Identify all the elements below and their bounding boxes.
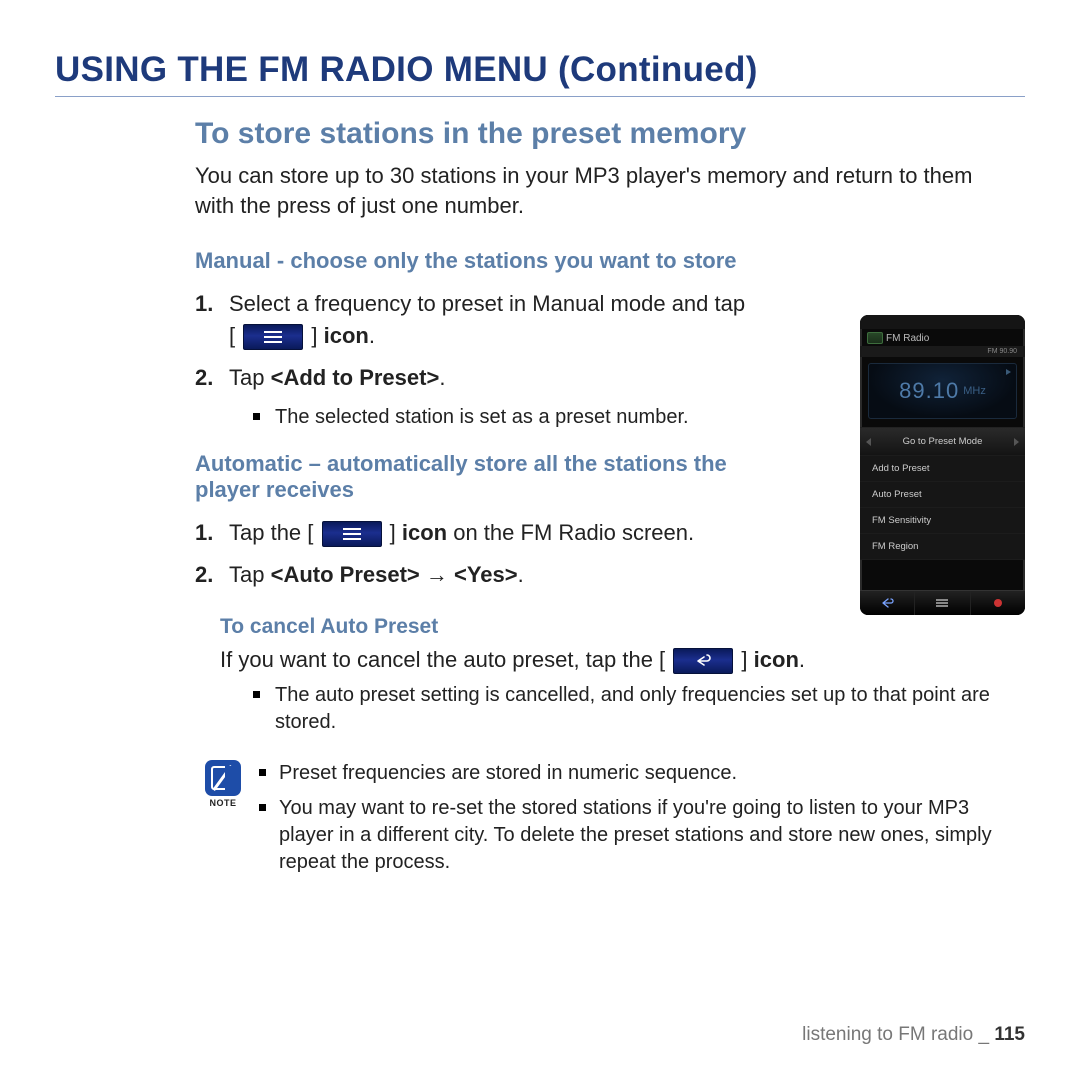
manual-step-2: Tap <Add to Preset>. bbox=[195, 362, 755, 394]
manual-heading: Manual - choose only the stations you wa… bbox=[55, 248, 1025, 274]
device-chip: FM 90.90 bbox=[860, 346, 1025, 357]
text: on the FM Radio screen. bbox=[447, 520, 694, 545]
text: Tap the [ bbox=[229, 520, 313, 545]
device-back-button[interactable] bbox=[860, 591, 915, 615]
device-screenshot: FM Radio FM 90.90 89.10 MHz Go to Preset… bbox=[860, 315, 1025, 615]
back-icon bbox=[673, 648, 733, 674]
footer-section: listening to FM radio bbox=[802, 1024, 973, 1045]
cancel-heading: To cancel Auto Preset bbox=[55, 615, 1025, 639]
page-heading: USING THE FM RADIO MENU (Continued) bbox=[55, 50, 1025, 97]
text: ] bbox=[311, 323, 323, 348]
menu-icon bbox=[243, 324, 303, 350]
device-frequency-display: 89.10 MHz bbox=[868, 363, 1017, 419]
text: . bbox=[518, 562, 524, 587]
device-menu: Go to Preset Mode Add to Preset Auto Pre… bbox=[860, 427, 1025, 560]
text-bold: <Auto Preset> → <Yes> bbox=[271, 562, 518, 587]
cancel-para: If you want to cancel the auto preset, t… bbox=[55, 645, 1025, 676]
text: ] bbox=[741, 647, 753, 672]
device-menu-item[interactable]: FM Region bbox=[860, 534, 1025, 560]
device-menu-item[interactable]: Auto Preset bbox=[860, 482, 1025, 508]
text-bold: icon bbox=[402, 520, 447, 545]
manual-step-1: Select a frequency to preset in Manual m… bbox=[195, 288, 755, 352]
note-icon: NOTE bbox=[205, 760, 241, 808]
text: Tap bbox=[229, 562, 271, 587]
cancel-bullet: The auto preset setting is cancelled, an… bbox=[253, 682, 995, 736]
menu-icon bbox=[322, 521, 382, 547]
page-footer: listening to FM radio _ 115 bbox=[802, 1024, 1025, 1046]
text-bold: <Add to Preset> bbox=[271, 365, 440, 390]
text-bold: icon bbox=[754, 647, 799, 672]
footer-sep: _ bbox=[978, 1024, 989, 1045]
text: . bbox=[799, 647, 805, 672]
device-record-button[interactable] bbox=[971, 591, 1025, 615]
device-frequency-unit: MHz bbox=[963, 385, 986, 397]
device-menu-item[interactable]: Add to Preset bbox=[860, 456, 1025, 482]
footer-page-number: 115 bbox=[994, 1024, 1025, 1045]
device-title: FM Radio bbox=[860, 329, 1025, 346]
text: If you want to cancel the auto preset, t… bbox=[220, 647, 665, 672]
text: ] bbox=[390, 520, 402, 545]
section-intro: You can store up to 30 stations in your … bbox=[55, 161, 1025, 220]
text-bold: icon bbox=[324, 323, 369, 348]
device-menu-button[interactable] bbox=[915, 591, 970, 615]
text: Select a frequency to preset in Manual m… bbox=[229, 291, 745, 348]
text: Tap bbox=[229, 365, 271, 390]
device-menu-item[interactable]: FM Sensitivity bbox=[860, 508, 1025, 534]
section-heading: To store stations in the preset memory bbox=[55, 117, 1025, 151]
text: . bbox=[439, 365, 445, 390]
text: . bbox=[369, 323, 375, 348]
note-bullet-2: You may want to re-set the stored statio… bbox=[259, 795, 1005, 876]
note-label: NOTE bbox=[205, 798, 241, 808]
device-frequency: 89.10 bbox=[899, 378, 959, 404]
speaker-icon bbox=[1006, 369, 1011, 375]
note-bullet-1: Preset frequencies are stored in numeric… bbox=[259, 760, 1005, 787]
device-menu-item[interactable]: Go to Preset Mode bbox=[860, 428, 1025, 456]
